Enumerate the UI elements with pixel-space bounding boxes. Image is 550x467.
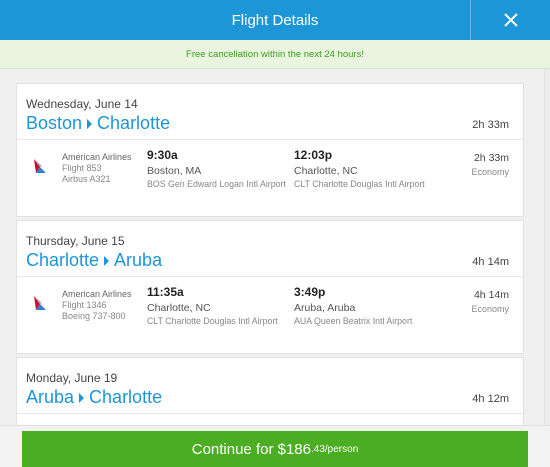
scrollbar[interactable] [544,69,550,425]
leg-duration: 4h 14m [472,256,509,268]
segment-summary: 4h 14m Economy [471,289,509,314]
segment-duration: 4h 14m [473,289,509,301]
airline-info: American Airlines Flight 1346 Boeing 737… [62,289,132,322]
departure-airport: CLT Charlotte Douglas Intl Airport [147,316,278,326]
departure-info: 9:30a Boston, MA BOS Gen Edward Logan In… [147,148,286,189]
route-origin: Aruba [26,387,75,407]
route-arrow-icon [79,392,85,403]
continue-button[interactable]: Continue for $186.43/person [22,431,528,467]
close-button[interactable] [470,0,550,40]
arrival-city: Aruba, Aruba [294,302,356,314]
departure-city: Boston, MA [147,165,202,177]
flight-list[interactable]: Wednesday, June 14 Boston Charlotte 2h 3… [0,69,550,425]
flight-number: Flight 1346 [62,300,107,310]
leg-duration: 4h 12m [472,393,509,405]
route-arrow-icon [87,118,93,129]
departure-time: 11:35a [147,285,184,299]
leg-card: Wednesday, June 14 Boston Charlotte 2h 3… [16,83,524,217]
leg-header: Thursday, June 15 Charlotte Aruba 4h 14m [17,221,523,277]
arrival-airport: AUA Queen Beatrix Intl Airport [294,316,413,326]
route-destination: Charlotte [89,387,163,407]
cancellation-notice-text: Free cancellation within the next 24 hou… [186,48,364,60]
airline-name: American Airlines [62,289,132,299]
segment-duration: 2h 33m [473,152,509,164]
arrival-info: 3:49p Aruba, Aruba AUA Queen Beatrix Int… [294,285,412,326]
leg-date: Thursday, June 15 [26,234,125,248]
departure-time: 9:30a [147,148,178,162]
departure-airport: BOS Gen Edward Logan Intl Airport [147,179,286,189]
aircraft-type: Airbus A321 [62,174,111,184]
leg-route: Aruba Charlotte [26,387,162,408]
leg-card: Thursday, June 15 Charlotte Aruba 4h 14m… [16,220,524,354]
dialog-header: Flight Details [0,0,550,40]
cabin-class: Economy [471,304,509,314]
route-arrow-icon [104,255,110,266]
leg-card: Monday, June 19 Aruba Charlotte 4h 12m [16,357,524,425]
arrival-city: Charlotte, NC [294,165,358,177]
leg-duration: 2h 33m [472,119,509,131]
cabin-class: Economy [471,167,509,177]
segment-summary: 2h 33m Economy [471,152,509,177]
leg-header: Wednesday, June 14 Boston Charlotte 2h 3… [17,84,523,140]
route-destination: Charlotte [97,113,171,133]
arrival-time: 3:49p [294,285,326,299]
leg-route: Charlotte Aruba [26,250,162,271]
leg-date: Monday, June 19 [26,371,118,385]
departure-city: Charlotte, NC [147,302,211,314]
leg-date: Wednesday, June 14 [26,97,138,111]
flight-segment: American Airlines Flight 853 Airbus A321… [17,140,523,216]
dialog-title: Flight Details [231,11,319,29]
route-origin: Boston [26,113,83,133]
aircraft-type: Boeing 737-800 [62,311,126,321]
airline-name: American Airlines [62,152,132,162]
airline-info: American Airlines Flight 853 Airbus A321 [62,152,132,185]
close-icon [503,13,518,27]
footer: Continue for $186.43/person [0,425,550,467]
arrival-info: 12:03p Charlotte, NC CLT Charlotte Dougl… [294,148,425,189]
route-destination: Aruba [114,250,163,270]
departure-info: 11:35a Charlotte, NC CLT Charlotte Dougl… [147,285,278,326]
arrival-time: 12:03p [294,148,333,162]
arrival-airport: CLT Charlotte Douglas Intl Airport [294,179,425,189]
cancellation-notice: Free cancellation within the next 24 hou… [0,40,550,69]
route-origin: Charlotte [26,250,100,270]
leg-header: Monday, June 19 Aruba Charlotte 4h 12m [17,358,523,414]
american-airlines-logo-icon [34,296,46,310]
continue-button-cents: .43/person [311,444,359,455]
flight-segment: American Airlines Flight 1346 Boeing 737… [17,277,523,353]
continue-button-label: Continue for $186 [191,441,311,458]
american-airlines-logo-icon [34,159,46,173]
leg-route: Boston Charlotte [26,113,170,134]
flight-number: Flight 853 [62,163,102,173]
